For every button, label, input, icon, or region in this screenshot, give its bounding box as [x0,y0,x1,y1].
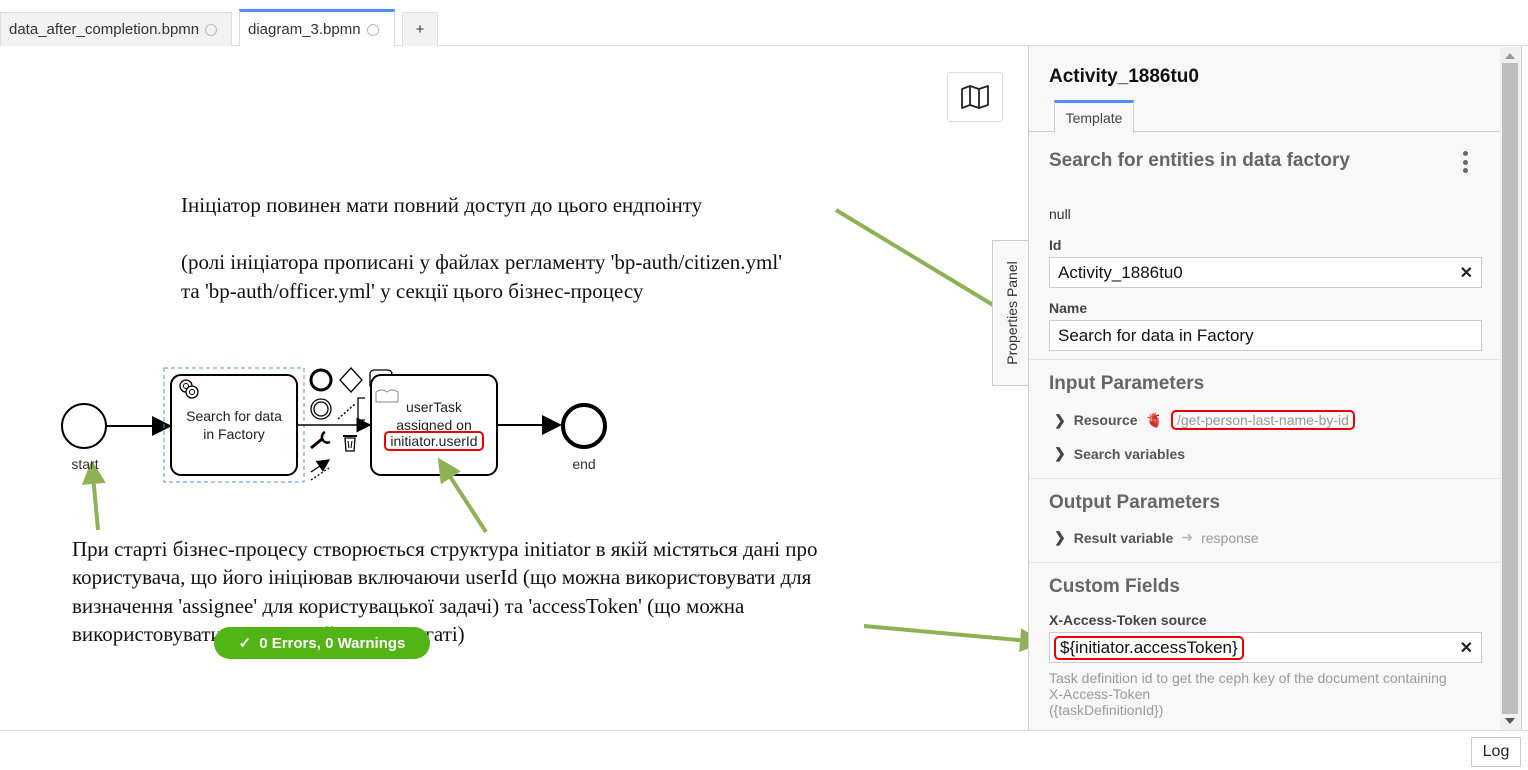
tab-label: data_after_completion.bpmn [9,21,200,38]
append-text-annotation-icon[interactable] [337,403,356,420]
wrench-icon[interactable] [310,430,331,450]
chevron-right-icon: ❯ [1054,411,1066,428]
properties-panel: Activity_1886tu0 Template Search for ent… [1028,46,1522,731]
token-field[interactable]: ${initiator.accessToken} ✕ [1049,632,1482,663]
diagram-canvas[interactable]: Ініціатор повинен мати повний доступ до … [0,46,1030,731]
user-task-label-line3-wrap: initiator.userId [378,431,490,451]
tab-data-after-completion[interactable]: data_after_completion.bpmn [0,12,232,46]
token-value: ${initiator.accessToken} [1054,635,1244,660]
end-event-label: end [572,456,596,472]
checkmark-icon: ✓ [238,635,252,652]
output-parameters-title: Output Parameters [1049,492,1221,513]
id-field[interactable]: Activity_1886tu0 ✕ [1049,257,1482,288]
footer-divider [0,730,1528,731]
connect-icon[interactable] [310,459,331,481]
result-variable-label: Result variable [1073,529,1174,546]
element-title: Activity_1886tu0 [1049,66,1199,87]
trash-icon[interactable] [343,435,357,452]
panel-scrollbar[interactable] [1500,47,1520,730]
template-title: Search for entities in data factory [1049,150,1350,171]
resource-row[interactable]: ❯ Resource 🫀 /get-person-last-name-by-id [1054,410,1355,430]
token-label: X-Access-Token source [1049,612,1207,628]
name-field[interactable]: Search for data in Factory [1049,320,1482,351]
hint-line2: X-Access-Token [1049,686,1151,702]
annotation-arrow-token [863,624,1028,653]
input-parameters-title: Input Parameters [1049,373,1205,394]
resource-value: /get-person-last-name-by-id [1170,410,1355,430]
properties-panel-toggle-label: Properties Panel [1003,261,1020,365]
name-value: Search for data in Factory [1058,325,1254,345]
divider [1029,478,1501,479]
user-task-assignee-highlight: initiator.userId [384,431,484,451]
divider [1029,359,1501,360]
user-task-label-line1: userTask [405,399,463,415]
unsaved-indicator-icon [205,23,218,36]
properties-panel-toggle[interactable]: Properties Panel [992,240,1030,386]
name-label: Name [1049,300,1088,316]
null-text: null [1049,206,1071,222]
search-variables-label: Search variables [1073,445,1186,462]
unsaved-indicator-icon [366,23,379,36]
service-task-label-line2: in Factory [203,426,265,442]
result-variable-row[interactable]: ❯ Result variable ➜ response [1054,529,1259,546]
tab-label: diagram_3.bpmn [248,21,361,38]
custom-fields-title: Custom Fields [1049,576,1180,597]
tab-template[interactable]: Template [1054,100,1134,133]
service-task-label-line1: Search for data [186,408,282,424]
id-value: Activity_1886tu0 [1058,262,1183,282]
hint-line3: ({taskDefinitionId}) [1049,702,1164,718]
token-hint: Task definition id to get the ceph key o… [1049,670,1489,718]
panel-tabs: Template [1029,99,1501,133]
arrow-left-icon: 🫀 [1145,411,1163,428]
clear-id-icon[interactable]: ✕ [1460,263,1473,283]
chevron-right-icon: ❯ [1054,529,1066,545]
id-label: Id [1049,237,1062,253]
result-variable-value: response [1201,529,1259,546]
annotation-arrow-start [81,460,106,531]
scroll-up-icon[interactable] [1505,53,1515,59]
tab-diagram-3[interactable]: diagram_3.bpmn [239,9,395,47]
validation-status-button[interactable]: ✓ 0 Errors, 0 Warnings [214,627,430,659]
log-button[interactable]: Log [1471,737,1521,767]
resource-label: Resource [1073,412,1138,428]
divider [1029,562,1501,563]
scroll-down-icon[interactable] [1505,718,1515,724]
hint-line1: Task definition id to get the ceph key o… [1049,670,1447,686]
start-event-label: start [71,456,99,472]
arrow-right-icon: ➜ [1181,529,1194,545]
clear-token-icon[interactable]: ✕ [1460,638,1473,658]
validation-status-text: 0 Errors, 0 Warnings [259,634,406,652]
chevron-right-icon: ❯ [1054,445,1066,461]
end-event[interactable] [561,403,607,449]
search-variables-row[interactable]: ❯ Search variables [1054,445,1185,462]
more-options-icon[interactable] [1457,151,1473,173]
add-tab-button[interactable]: + [402,12,438,46]
bpmn-diagram [61,208,1028,653]
start-event[interactable] [61,403,107,449]
scrollbar-thumb[interactable] [1502,63,1518,714]
append-end-event-icon[interactable] [309,368,333,392]
tab-bar: data_after_completion.bpmn diagram_3.bpm… [0,0,1528,47]
append-gateway-icon[interactable] [339,367,363,393]
